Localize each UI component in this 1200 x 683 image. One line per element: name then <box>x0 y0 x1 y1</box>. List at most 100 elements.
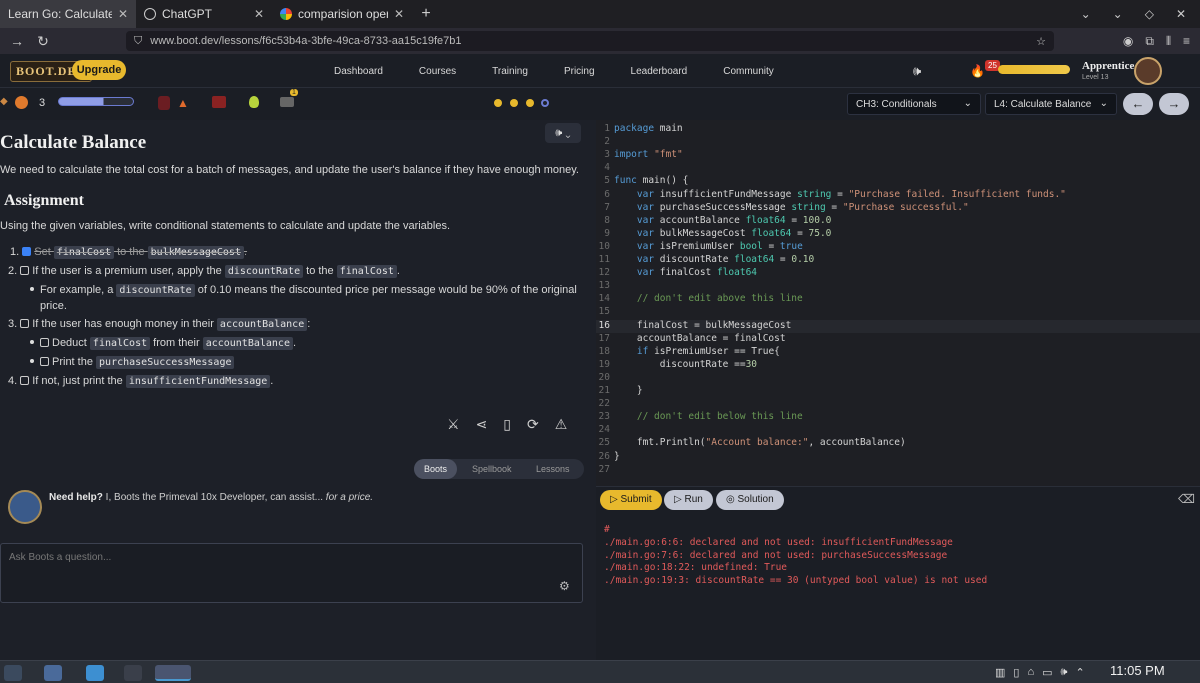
reload-icon[interactable]: ↻ <box>30 33 56 50</box>
chapter-select[interactable]: CH3: Conditionals ⌄ <box>847 93 981 115</box>
fire-potion-icon[interactable]: ▲ <box>177 96 189 110</box>
tab-comparison[interactable]: comparision operator in g ✕ <box>272 0 412 28</box>
checkbox[interactable] <box>22 247 32 256</box>
run-button[interactable]: ▷ Run <box>664 490 713 510</box>
nav-training[interactable]: Training <box>492 66 528 77</box>
close-icon[interactable]: ✕ <box>254 7 264 21</box>
share-icon[interactable]: ⋖ <box>476 416 488 433</box>
upgrade-button[interactable]: Upgrade <box>72 60 126 80</box>
app-icon[interactable] <box>44 665 62 681</box>
refresh-icon[interactable]: ⟳ <box>527 416 539 433</box>
code-line[interactable]: 22 <box>596 398 1200 411</box>
tab-lessons[interactable]: Lessons <box>536 464 570 474</box>
sound-icon[interactable]: 🕪 <box>1061 666 1068 679</box>
nav-community[interactable]: Community <box>723 66 774 77</box>
firefox-icon[interactable] <box>155 665 191 681</box>
tab-boots[interactable]: Boots <box>414 459 458 479</box>
code-line[interactable]: 20 <box>596 372 1200 385</box>
files-icon[interactable] <box>86 665 104 681</box>
checkbox[interactable] <box>20 266 30 275</box>
chest-icon[interactable] <box>212 96 226 108</box>
checkbox[interactable] <box>40 357 49 366</box>
gift-icon[interactable] <box>280 97 294 107</box>
code-line[interactable]: 7 var purchaseSuccessMessage string = "P… <box>596 202 1200 215</box>
clear-icon[interactable]: ⌫ <box>1178 492 1195 506</box>
solution-button[interactable]: ◎ Solution <box>716 490 784 510</box>
chevron-down-icon[interactable]: ⌄ <box>1081 7 1091 21</box>
code-line[interactable]: 1 package main <box>596 123 1200 136</box>
prev-lesson-button[interactable]: ← <box>1123 93 1153 115</box>
code-line[interactable]: 8 var accountBalance float64 = 100.0 <box>596 215 1200 228</box>
report-icon[interactable]: ⚠ <box>555 416 568 433</box>
step-dot[interactable] <box>494 99 502 107</box>
ask-boots-input[interactable]: Ask Boots a question... ⚙ <box>0 543 583 603</box>
nav-leaderboard[interactable]: Leaderboard <box>631 66 688 77</box>
nav-dashboard[interactable]: Dashboard <box>334 66 383 77</box>
code-line[interactable]: 11 var discountRate float64 = 0.10 <box>596 254 1200 267</box>
tab-chatgpt[interactable]: ChatGPT ✕ <box>136 0 272 28</box>
account-icon[interactable]: ◉ <box>1123 34 1133 48</box>
extensions-icon[interactable]: ⧉ <box>1145 34 1154 49</box>
code-line[interactable]: 26} <box>596 451 1200 464</box>
code-line[interactable]: 3 import "fmt" <box>596 149 1200 162</box>
checkbox[interactable] <box>20 376 30 385</box>
code-line[interactable]: 27 <box>596 464 1200 477</box>
code-line[interactable]: 24 <box>596 424 1200 437</box>
battery-icon[interactable]: ▭ <box>1042 666 1052 679</box>
tab-learn-go[interactable]: Learn Go: Calculate Balanc ✕ <box>0 0 136 28</box>
code-line[interactable]: 4 <box>596 162 1200 175</box>
potion-icon[interactable] <box>158 96 170 110</box>
bookmark-icon[interactable]: ▯ <box>503 416 511 433</box>
close-icon[interactable]: ✕ <box>118 7 128 21</box>
address-bar[interactable]: ⛉ www.boot.dev/lessons/f6c53b4a-3bfe-49c… <box>126 31 1054 51</box>
code-line[interactable]: 15 <box>596 306 1200 319</box>
step-dot[interactable] <box>510 99 518 107</box>
next-lesson-button[interactable]: → <box>1159 93 1189 115</box>
flask-icon[interactable] <box>249 96 259 108</box>
code-line[interactable]: 23 // don't edit below this line <box>596 411 1200 424</box>
minimize-icon[interactable]: ⌄ <box>1113 7 1123 21</box>
step-dot-current[interactable] <box>541 99 549 107</box>
forward-icon[interactable]: → <box>4 33 30 49</box>
speaker-icon[interactable]: 🕪 ⌄ <box>545 123 581 143</box>
terminal-icon[interactable] <box>124 665 142 681</box>
code-line[interactable]: 12 var finalCost float64 <box>596 267 1200 280</box>
tray-icon[interactable]: ▥ <box>995 666 1005 679</box>
network-icon[interactable]: ⌂ <box>1027 666 1034 679</box>
code-line[interactable]: 19 discountRate ==30 <box>596 359 1200 372</box>
code-line[interactable]: 9 var bulkMessageCost float64 = 75.0 <box>596 228 1200 241</box>
code-line[interactable]: 10 var isPremiumUser bool = true <box>596 241 1200 254</box>
close-icon[interactable]: ✕ <box>394 7 404 21</box>
nav-courses[interactable]: Courses <box>419 66 456 77</box>
checkbox[interactable] <box>20 319 30 328</box>
code-line[interactable]: 5 func main() { <box>596 175 1200 188</box>
new-tab-button[interactable]: + <box>412 0 440 28</box>
close-window-icon[interactable]: ✕ <box>1176 7 1186 21</box>
code-line[interactable]: 13 <box>596 280 1200 293</box>
gear-icon[interactable]: ⚙ <box>559 579 570 593</box>
code-line[interactable]: 16 finalCost = bulkMessageCost <box>596 319 1200 333</box>
code-editor[interactable]: 1 package main 2 3 import "fmt" 4 5 func main()… <box>596 120 1200 486</box>
code-line[interactable]: 6 var insufficientFundMessage string = "… <box>596 189 1200 202</box>
step-dot[interactable] <box>526 99 534 107</box>
tab-spellbook[interactable]: Spellbook <box>472 464 512 474</box>
code-line[interactable]: 18 if isPremiumUser == True{ <box>596 346 1200 359</box>
code-line[interactable]: 17 accountBalance = finalCost <box>596 333 1200 346</box>
avatar[interactable] <box>1134 57 1162 85</box>
code-line[interactable]: 2 <box>596 136 1200 149</box>
submit-button[interactable]: ▷ Submit <box>600 490 662 510</box>
checkbox[interactable] <box>40 338 49 347</box>
code-line[interactable]: 25 fmt.Println("Account balance:", accou… <box>596 437 1200 450</box>
phone-icon[interactable]: ▯ <box>1013 666 1019 679</box>
library-icon[interactable]: ⫴ <box>1166 34 1171 49</box>
restore-icon[interactable]: ◇ <box>1145 7 1154 21</box>
nav-pricing[interactable]: Pricing <box>564 66 595 77</box>
bookmark-star-icon[interactable]: ☆ <box>1036 35 1046 48</box>
chevron-up-icon[interactable]: ⌃ <box>1075 666 1084 679</box>
swords-icon[interactable]: ⚔ <box>447 416 460 433</box>
start-menu-icon[interactable] <box>4 665 22 681</box>
lesson-select[interactable]: L4: Calculate Balance ⌄ <box>985 93 1117 115</box>
code-line[interactable]: 21 } <box>596 385 1200 398</box>
menu-icon[interactable]: ≡ <box>1183 34 1190 48</box>
code-line[interactable]: 14 // don't edit above this line <box>596 293 1200 306</box>
